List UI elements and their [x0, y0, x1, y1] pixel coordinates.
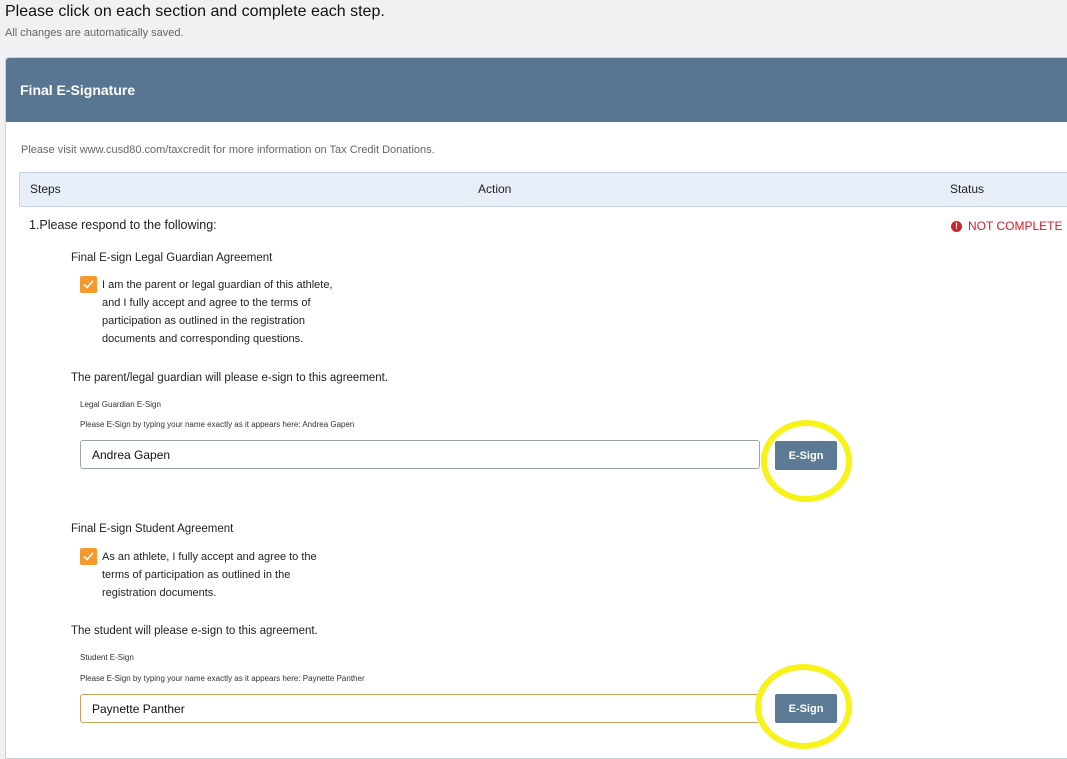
- section-title: Final E-Signature: [20, 82, 136, 98]
- guardian-agree-checkbox[interactable]: [80, 276, 97, 293]
- steps-table-header: Steps Action Status: [19, 172, 1067, 207]
- guardian-field-label: Legal Guardian E-Sign: [80, 400, 161, 409]
- student-instruction: The student will please e-sign to this a…: [71, 625, 318, 637]
- student-agree-checkbox[interactable]: [80, 548, 97, 565]
- status-badge: ! NOT COMPLETE: [951, 219, 1062, 233]
- student-agreement-heading: Final E-sign Student Agreement: [71, 523, 234, 535]
- student-agreement-text: As an athlete, I fully accept and agree …: [102, 551, 317, 599]
- autosave-note: All changes are automatically saved.: [5, 27, 184, 39]
- guardian-field-hint: Please E-Sign by typing your name exactl…: [80, 420, 355, 429]
- checkmark-icon: [83, 280, 94, 289]
- guardian-agreement-text: I am the parent or legal guardian of thi…: [102, 279, 333, 345]
- final-esignature-section: Final E-Signature Please visit www.cusd8…: [5, 57, 1067, 759]
- guardian-esign-input[interactable]: [80, 440, 760, 469]
- student-field-hint: Please E-Sign by typing your name exactl…: [80, 674, 365, 683]
- exclamation-circle-icon: !: [951, 220, 962, 232]
- guardian-esign-button[interactable]: E-Sign: [775, 441, 837, 470]
- column-status: Status: [950, 182, 985, 196]
- section-header[interactable]: Final E-Signature: [6, 58, 1067, 122]
- checkmark-icon: [83, 552, 94, 561]
- tax-credit-info: Please visit www.cusd80.com/taxcredit fo…: [21, 144, 435, 156]
- student-field-label: Student E-Sign: [80, 653, 134, 662]
- column-steps: Steps: [30, 182, 61, 196]
- student-esign-button[interactable]: E-Sign: [775, 694, 837, 723]
- student-esign-input[interactable]: [80, 694, 760, 723]
- guardian-instruction: The parent/legal guardian will please e-…: [71, 372, 389, 384]
- guardian-agreement-heading: Final E-sign Legal Guardian Agreement: [71, 252, 273, 264]
- column-action: Action: [478, 182, 512, 196]
- step-title: 1.Please respond to the following:: [29, 218, 217, 232]
- status-text: NOT COMPLETE: [968, 219, 1063, 233]
- page-title: Please click on each section and complet…: [5, 3, 385, 20]
